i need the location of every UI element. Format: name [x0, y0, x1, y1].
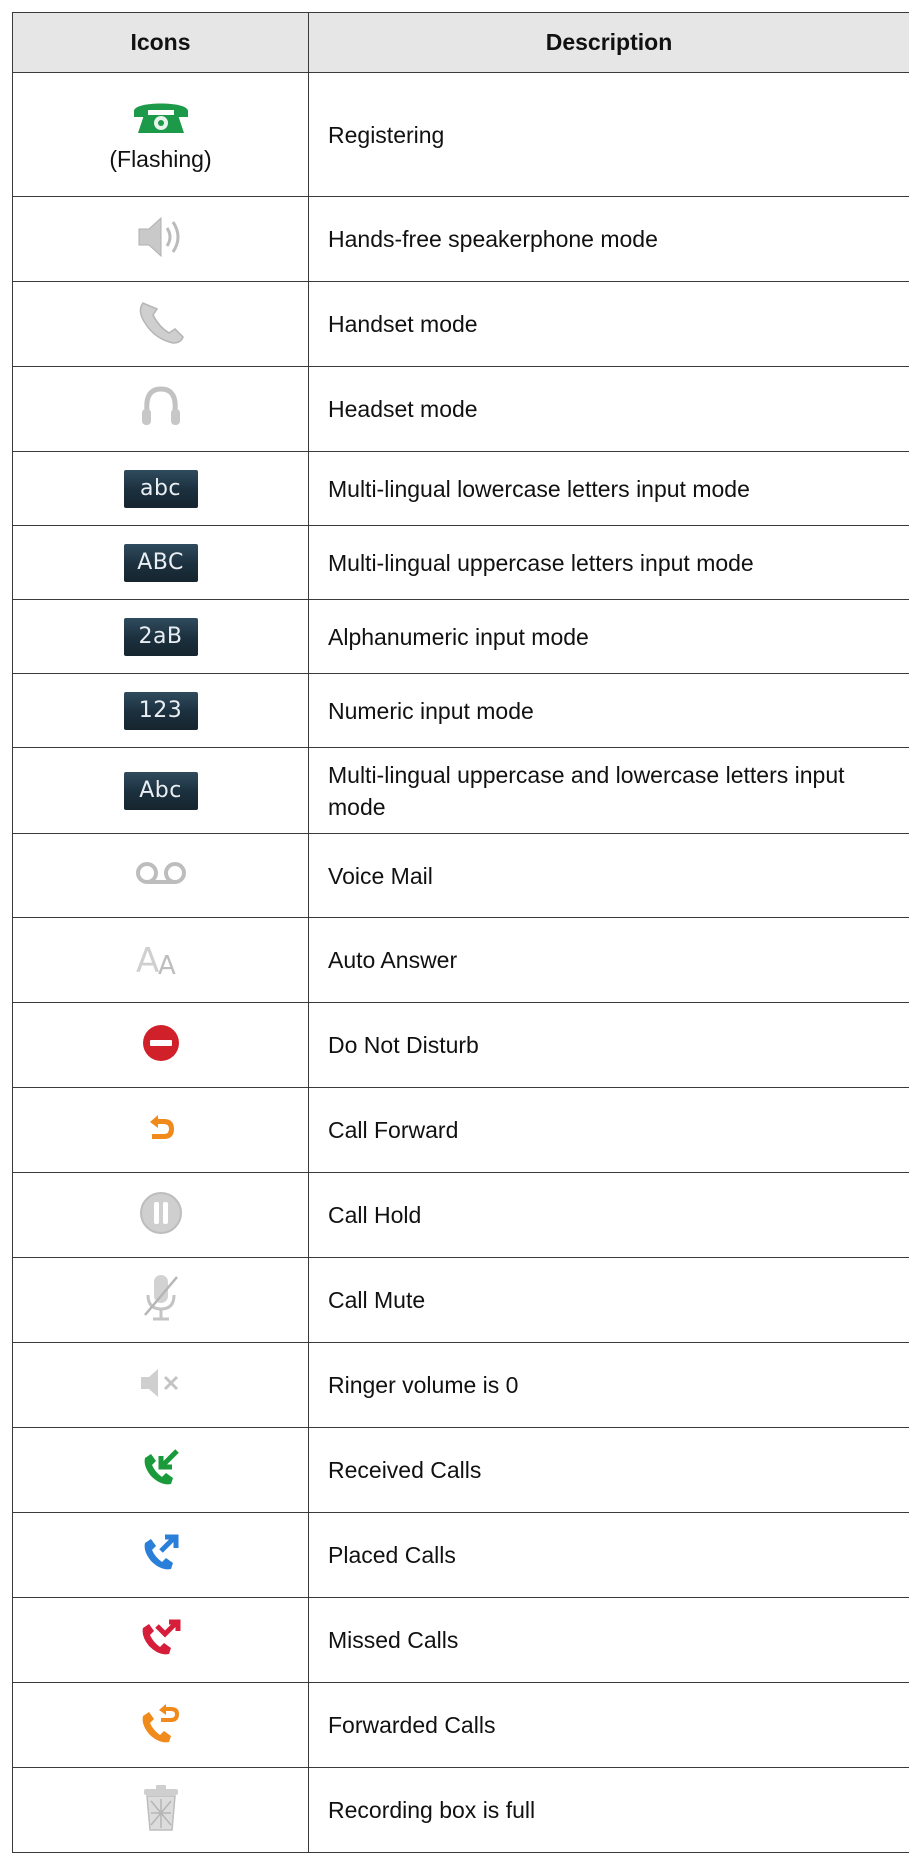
- icon-cell: [13, 1428, 309, 1513]
- icon-cell: [13, 197, 309, 282]
- icon-cell: [13, 1598, 309, 1683]
- input-mode-badge-icon: 2aB: [124, 618, 198, 656]
- description-cell: Multi-lingual uppercase and lowercase le…: [309, 748, 909, 834]
- table-row: Call Mute: [13, 1258, 909, 1343]
- table-row: Recording box is full: [13, 1768, 909, 1853]
- description-cell: Multi-lingual lowercase letters input mo…: [309, 452, 909, 526]
- icon-cell: [13, 1768, 309, 1853]
- icon-cell: ABC: [13, 526, 309, 600]
- header-icons: Icons: [13, 13, 309, 73]
- description-cell: Alphanumeric input mode: [309, 600, 909, 674]
- icon-cell: abc: [13, 452, 309, 526]
- table-row: Hands-free speakerphone mode: [13, 197, 909, 282]
- forwarded-calls-icon: [139, 1702, 183, 1744]
- ringer-off-icon: [138, 1366, 184, 1400]
- icon-cell: [13, 1003, 309, 1088]
- auto-answer-icon: A A: [134, 938, 188, 978]
- description-cell: Auto Answer: [309, 918, 909, 1003]
- table-row: Do Not Disturb: [13, 1003, 909, 1088]
- table-body: (Flashing)Registering Hands-free speaker…: [13, 73, 909, 1853]
- icon-cell: [13, 282, 309, 367]
- description-cell: Headset mode: [309, 367, 909, 452]
- icon-description-table: Icons Description (Flashing)Registering …: [12, 12, 909, 1853]
- icon-cell: [13, 1513, 309, 1598]
- description-cell: Registering: [309, 73, 909, 197]
- voicemail-icon: [133, 859, 189, 887]
- table-row: Missed Calls: [13, 1598, 909, 1683]
- icon-cell: [13, 367, 309, 452]
- icon-cell: 2aB: [13, 600, 309, 674]
- table-row: Ringer volume is 0: [13, 1343, 909, 1428]
- table-row: abc Multi-lingual lowercase letters input…: [13, 452, 909, 526]
- table-row: Placed Calls: [13, 1513, 909, 1598]
- description-cell: Numeric input mode: [309, 674, 909, 748]
- input-mode-badge-icon: ABC: [124, 544, 198, 582]
- input-mode-badge-icon: 123: [124, 692, 198, 730]
- description-cell: Missed Calls: [309, 1598, 909, 1683]
- phone-registering-icon: [130, 97, 192, 137]
- description-cell: Hands-free speakerphone mode: [309, 197, 909, 282]
- header-description: Description: [309, 13, 909, 73]
- do-not-disturb-icon: [141, 1023, 181, 1063]
- table-row: Call Forward: [13, 1088, 909, 1173]
- table-row: Voice Mail: [13, 834, 909, 918]
- icon-cell: [13, 1088, 309, 1173]
- table-row: 2aB Alphanumeric input mode: [13, 600, 909, 674]
- handset-icon: [135, 297, 187, 347]
- svg-text:A: A: [136, 941, 159, 978]
- table-row: Handset mode: [13, 282, 909, 367]
- icon-cell: [13, 834, 309, 918]
- description-cell: Voice Mail: [309, 834, 909, 918]
- input-mode-badge-icon: Abc: [124, 772, 198, 810]
- table-row: ABC Multi-lingual uppercase letters input…: [13, 526, 909, 600]
- description-cell: Handset mode: [309, 282, 909, 367]
- icon-cell: 123: [13, 674, 309, 748]
- description-cell: Ringer volume is 0: [309, 1343, 909, 1428]
- icon-cell: [13, 1683, 309, 1768]
- table-row: A A Auto Answer: [13, 918, 909, 1003]
- description-cell: Call Mute: [309, 1258, 909, 1343]
- icon-note: (Flashing): [13, 146, 308, 173]
- placed-calls-icon: [141, 1533, 181, 1573]
- table-row: Received Calls: [13, 1428, 909, 1513]
- description-cell: Call Hold: [309, 1173, 909, 1258]
- call-forward-icon: [144, 1112, 178, 1144]
- missed-calls-icon: [139, 1618, 183, 1658]
- icon-cell: (Flashing): [13, 73, 309, 197]
- icon-cell: [13, 1258, 309, 1343]
- speaker-icon: [135, 214, 187, 260]
- description-cell: Placed Calls: [309, 1513, 909, 1598]
- headset-icon: [139, 383, 183, 431]
- table-row: Forwarded Calls: [13, 1683, 909, 1768]
- table-row: Headset mode: [13, 367, 909, 452]
- description-cell: Recording box is full: [309, 1768, 909, 1853]
- description-cell: Multi-lingual uppercase letters input mo…: [309, 526, 909, 600]
- icon-cell: [13, 1343, 309, 1428]
- call-hold-icon: [138, 1190, 184, 1236]
- table-header-row: Icons Description: [13, 13, 909, 73]
- description-cell: Do Not Disturb: [309, 1003, 909, 1088]
- table-row: Call Hold: [13, 1173, 909, 1258]
- recording-box-full-icon: [141, 1784, 181, 1832]
- description-cell: Received Calls: [309, 1428, 909, 1513]
- table-row: (Flashing)Registering: [13, 73, 909, 197]
- table-row: Abc Multi-lingual uppercase and lowercase…: [13, 748, 909, 834]
- icon-cell: Abc: [13, 748, 309, 834]
- description-cell: Call Forward: [309, 1088, 909, 1173]
- svg-text:A: A: [158, 951, 176, 978]
- table-row: 123 Numeric input mode: [13, 674, 909, 748]
- icon-cell: [13, 1173, 309, 1258]
- icon-cell: A A: [13, 918, 309, 1003]
- received-calls-icon: [141, 1448, 181, 1488]
- call-mute-icon: [141, 1271, 181, 1325]
- description-cell: Forwarded Calls: [309, 1683, 909, 1768]
- input-mode-badge-icon: abc: [124, 470, 198, 508]
